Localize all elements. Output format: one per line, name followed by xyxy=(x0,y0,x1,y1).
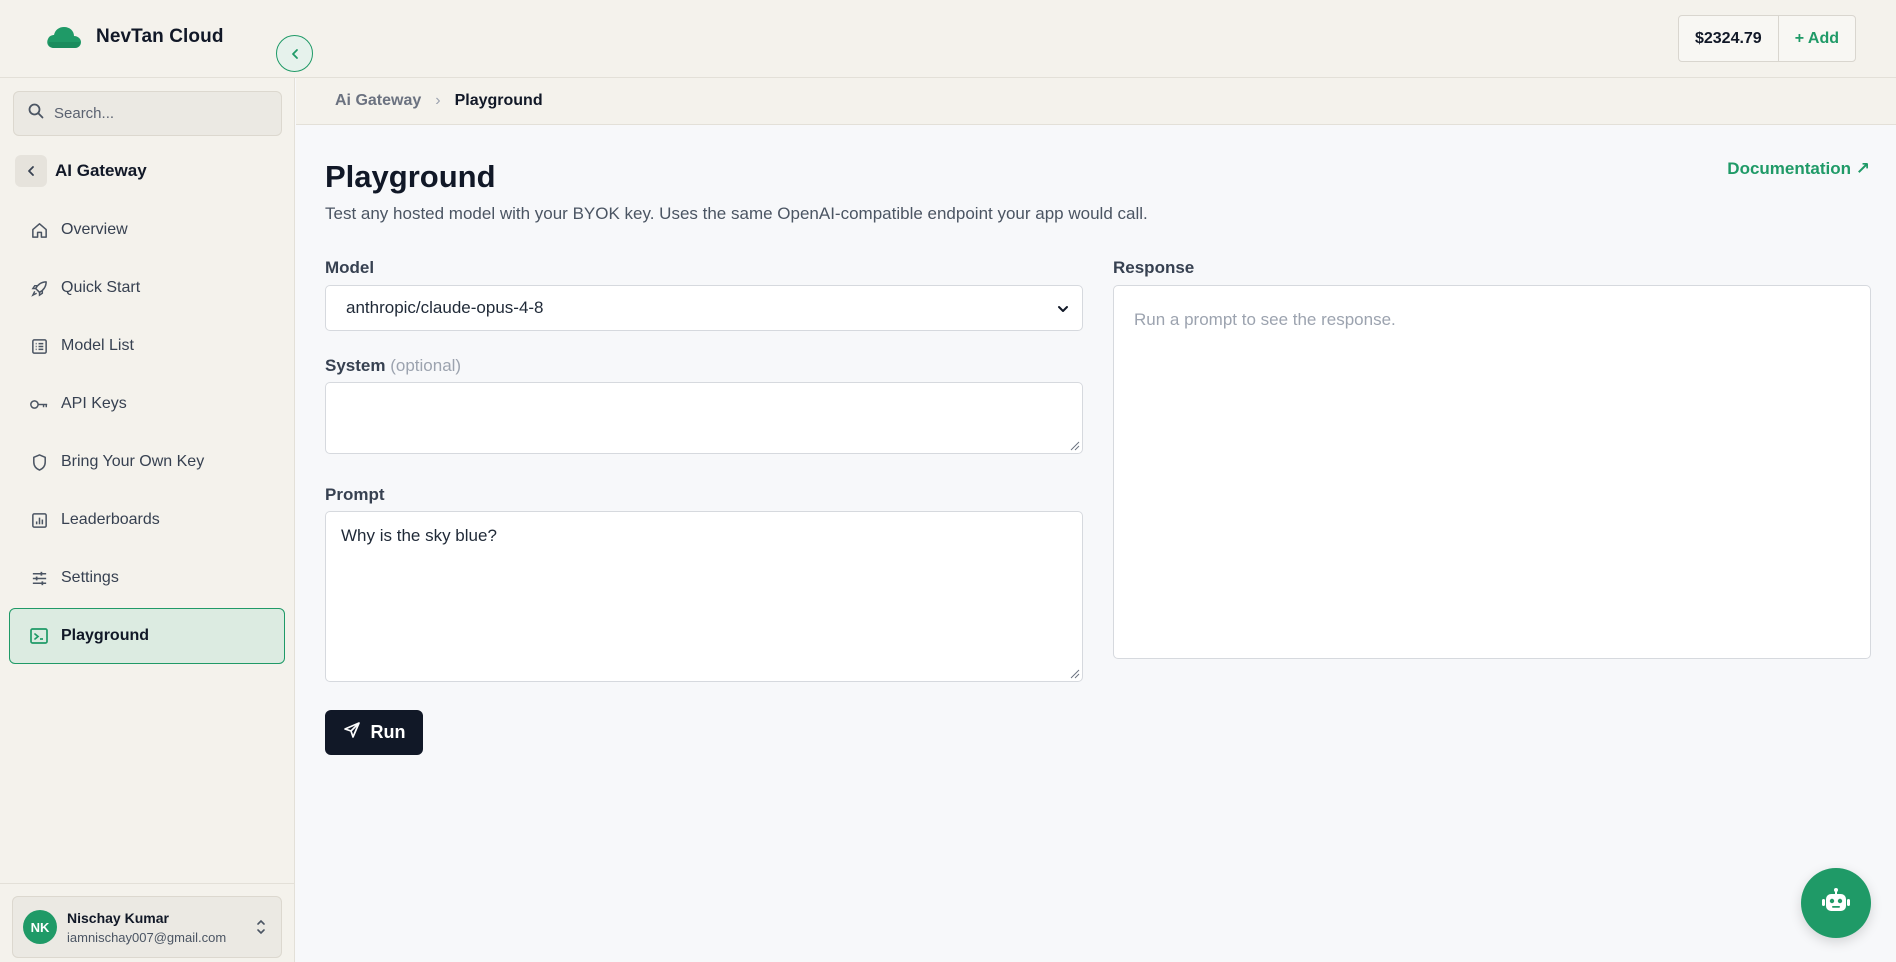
collapse-sidebar-button[interactable] xyxy=(276,35,313,72)
sidebar-item-model-list[interactable]: Model List xyxy=(9,318,285,374)
page-title: Playground xyxy=(325,159,496,194)
breadcrumb-parent[interactable]: Ai Gateway xyxy=(335,92,421,110)
shield-icon xyxy=(29,452,49,472)
sidebar-item-playground[interactable]: Playground xyxy=(9,608,285,664)
prompt-label: Prompt xyxy=(325,485,385,504)
sidebar-item-label: Settings xyxy=(61,569,119,586)
send-icon xyxy=(343,721,361,744)
rocket-icon xyxy=(29,278,49,298)
sidebar-item-label: Playground xyxy=(61,627,150,644)
user-info: Nischay Kumar iamnischay007@gmail.com xyxy=(67,910,226,945)
sidebar-item-label: Leaderboards xyxy=(61,511,160,528)
system-input[interactable] xyxy=(325,382,1083,454)
resize-grip-icon[interactable] xyxy=(1070,669,1080,679)
chevron-left-icon xyxy=(291,48,298,59)
user-menu[interactable]: NK Nischay Kumar iamnischay007@gmail.com xyxy=(12,896,282,958)
avatar: NK xyxy=(23,910,57,944)
sidebar-section-header: AI Gateway xyxy=(15,155,147,187)
run-button[interactable]: Run xyxy=(325,710,423,755)
balance-amount: $2324.79 xyxy=(1679,16,1779,61)
user-email: iamnischay007@gmail.com xyxy=(67,929,227,945)
breadcrumb-current: Playground xyxy=(454,92,543,109)
response-placeholder: Run a prompt to see the response. xyxy=(1134,310,1396,329)
sliders-icon xyxy=(29,568,49,588)
model-label: Model xyxy=(325,258,375,277)
sidebar-item-label: Model List xyxy=(61,337,134,354)
chevron-left-icon xyxy=(28,166,34,176)
system-label-text: System xyxy=(325,356,386,375)
add-funds-button[interactable]: + Add xyxy=(1779,16,1855,61)
search-icon xyxy=(28,103,44,124)
sidebar-item-label: Overview xyxy=(61,221,128,238)
sidebar-item-byok[interactable]: Bring Your Own Key xyxy=(9,434,285,490)
user-name: Nischay Kumar xyxy=(67,909,169,926)
sidebar: AI Gateway Overview Quick Start Model Li… xyxy=(0,78,295,962)
sidebar-item-leaderboards[interactable]: Leaderboards xyxy=(9,492,285,548)
response-label: Response xyxy=(1113,258,1195,277)
key-icon xyxy=(29,394,49,414)
system-optional-hint: (optional) xyxy=(390,356,462,375)
sidebar-item-label: Bring Your Own Key xyxy=(61,453,205,470)
system-label: System (optional) xyxy=(325,356,461,376)
assistant-chat-button[interactable] xyxy=(1801,868,1871,938)
sidebar-nav: Overview Quick Start Model List API Keys… xyxy=(9,202,285,666)
response-panel: Run a prompt to see the response. xyxy=(1113,285,1871,659)
search-input[interactable] xyxy=(54,105,254,122)
prompt-input[interactable]: Why is the sky blue? xyxy=(325,511,1083,682)
home-icon xyxy=(29,220,49,240)
chevron-up-down-icon xyxy=(255,917,267,942)
breadcrumb-separator: › xyxy=(435,92,441,109)
sidebar-item-api-keys[interactable]: API Keys xyxy=(9,376,285,432)
resize-grip-icon[interactable] xyxy=(1070,441,1080,451)
breadcrumb: Ai Gateway › Playground xyxy=(296,78,1896,125)
run-button-label: Run xyxy=(370,722,406,742)
sidebar-item-label: Quick Start xyxy=(61,279,141,296)
list-icon xyxy=(29,336,49,356)
robot-icon xyxy=(1821,887,1851,920)
cloud-logo-icon xyxy=(44,22,84,52)
sidebar-item-label: API Keys xyxy=(61,395,127,412)
sidebar-footer: NK Nischay Kumar iamnischay007@gmail.com xyxy=(0,883,295,962)
app-name: NevTan Cloud xyxy=(96,26,224,47)
sidebar-item-overview[interactable]: Overview xyxy=(9,202,285,258)
chart-icon xyxy=(29,510,49,530)
sidebar-item-settings[interactable]: Settings xyxy=(9,550,285,606)
sidebar-section-title: AI Gateway xyxy=(55,161,147,180)
main-content: Playground Documentation ↗ Test any host… xyxy=(296,126,1896,962)
back-button[interactable] xyxy=(15,155,47,187)
model-select[interactable]: anthropic/claude-opus-4-8 xyxy=(325,285,1083,331)
chevron-down-icon xyxy=(1056,301,1070,321)
model-select-value: anthropic/claude-opus-4-8 xyxy=(346,298,544,317)
page-subtitle: Test any hosted model with your BYOK key… xyxy=(325,204,1148,223)
sidebar-item-quick-start[interactable]: Quick Start xyxy=(9,260,285,316)
search-box[interactable] xyxy=(13,91,282,136)
balance-box: $2324.79 + Add xyxy=(1677,15,1856,62)
terminal-icon xyxy=(29,626,49,646)
brand[interactable]: NevTan Cloud xyxy=(44,22,224,52)
documentation-link[interactable]: Documentation ↗ xyxy=(1727,159,1870,179)
